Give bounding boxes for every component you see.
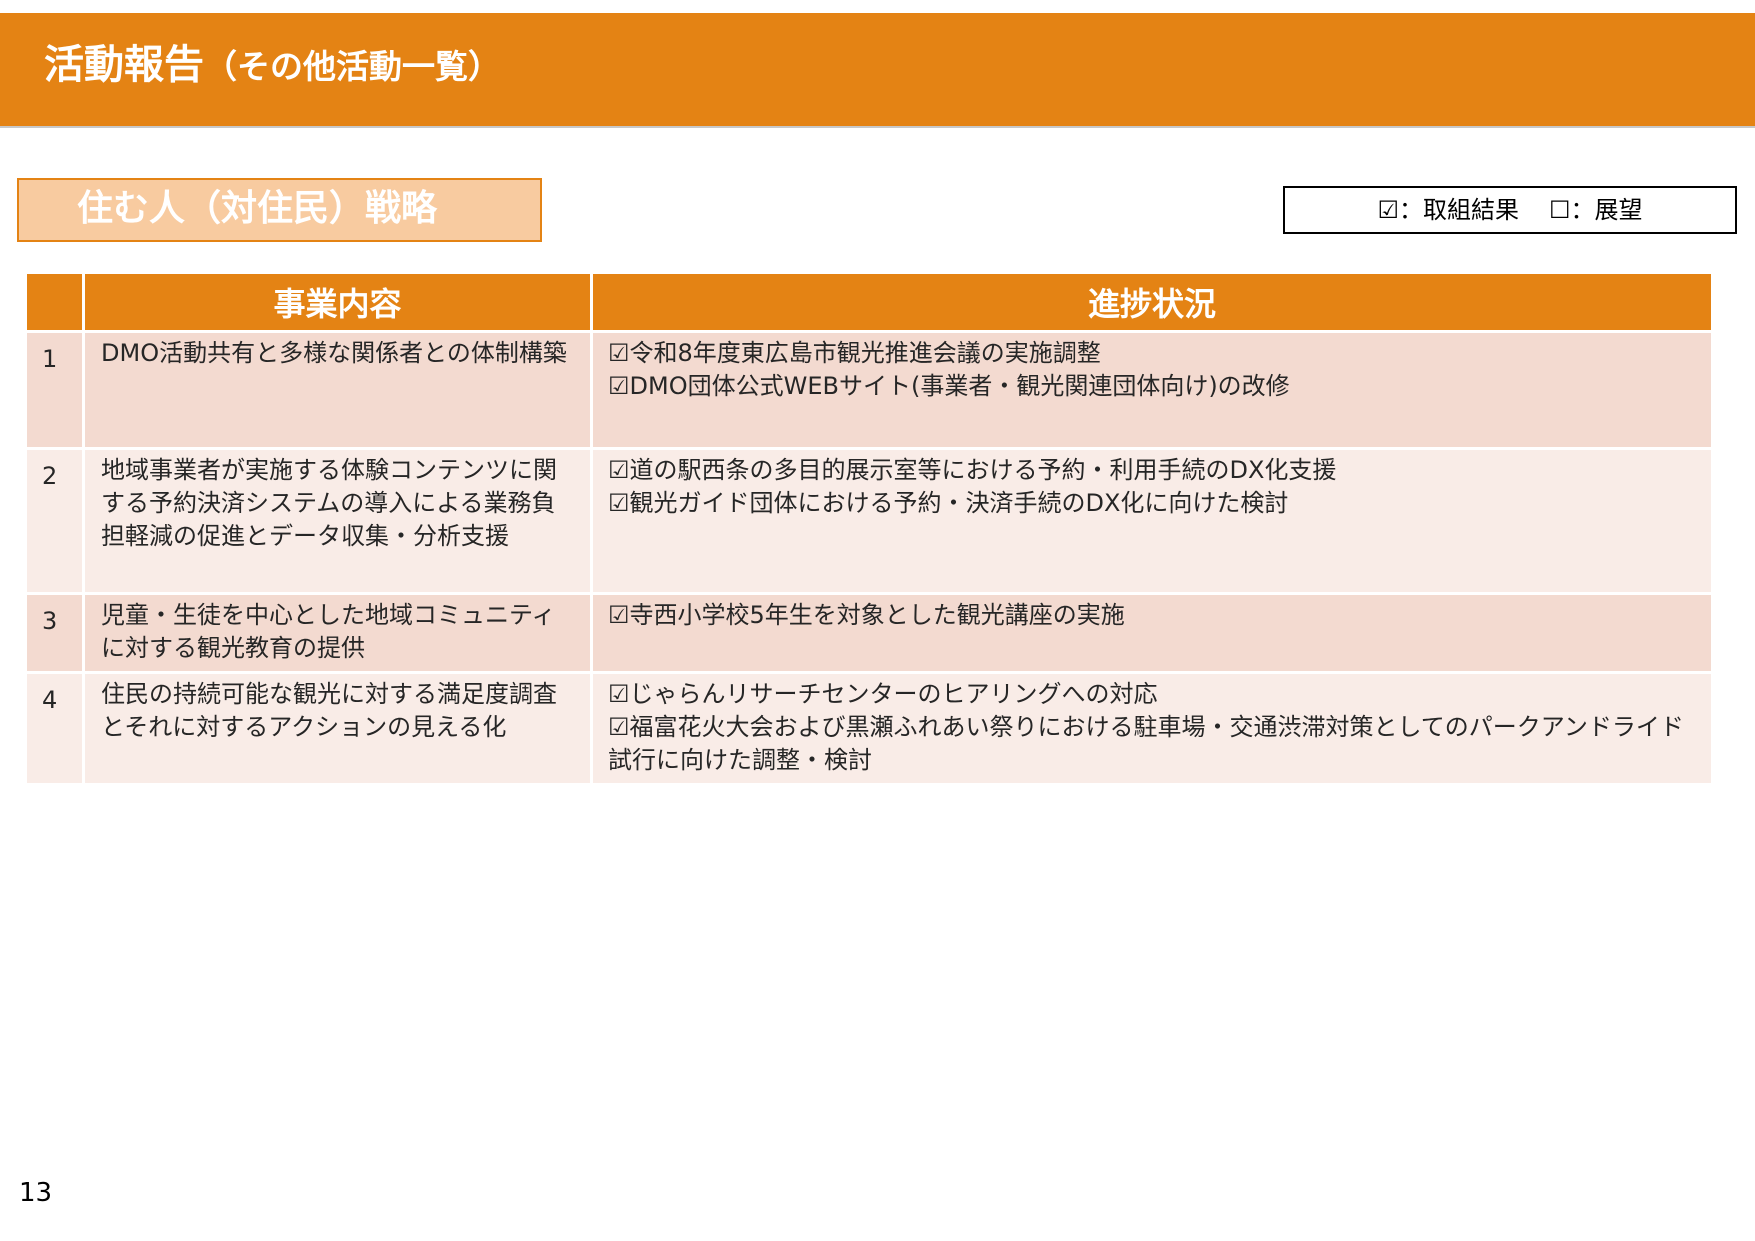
row-number: 1 bbox=[24, 330, 85, 450]
row-status: ☑寺西小学校5年生を対象とした観光講座の実施 bbox=[590, 592, 1714, 674]
column-header-status: 進捗状況 bbox=[590, 271, 1714, 333]
column-header-content: 事業内容 bbox=[82, 271, 593, 333]
page-title-main: 活動報告 bbox=[44, 42, 204, 88]
title-bar: 活動報告（その他活動一覧） bbox=[0, 13, 1755, 128]
status-item: ☑令和8年度東広島市観光推進会議の実施調整 bbox=[608, 339, 1101, 367]
status-item: ☑寺西小学校5年生を対象とした観光講座の実施 bbox=[608, 601, 1125, 629]
status-item: ☑DMO団体公式WEBサイト(事業者・観光関連団体向け)の改修 bbox=[608, 372, 1290, 400]
row-number: 2 bbox=[24, 447, 85, 595]
status-item: ☑福富花火大会および黒瀬ふれあい祭りにおける駐車場・交通渋滞対策としてのパークア… bbox=[608, 713, 1684, 774]
row-content: 住民の持続可能な観光に対する満足度調査とそれに対するアクションの見える化 bbox=[82, 671, 593, 786]
row-content: DMO活動共有と多様な関係者との体制構築 bbox=[82, 330, 593, 450]
column-header-number bbox=[24, 271, 85, 333]
page-title-sub: （その他活動一覧） bbox=[204, 47, 501, 86]
activity-table: 事業内容 進捗状況 1 DMO活動共有と多様な関係者との体制構築 ☑令和8年度東… bbox=[24, 271, 1714, 786]
section-label: 住む人（対住民）戦略 bbox=[17, 178, 542, 242]
row-status: ☑じゃらんリサーチセンターのヒアリングへの対応 ☑福富花火大会および黒瀬ふれあい… bbox=[590, 671, 1714, 786]
row-status: ☑道の駅西条の多目的展示室等における予約・利用手続のDX化支援 ☑観光ガイド団体… bbox=[590, 447, 1714, 595]
status-item: ☑道の駅西条の多目的展示室等における予約・利用手続のDX化支援 bbox=[608, 456, 1337, 484]
table-row: 4 住民の持続可能な観光に対する満足度調査とそれに対するアクションの見える化 ☑… bbox=[24, 671, 1714, 786]
legend-done: ☑：取組結果 bbox=[1377, 196, 1519, 224]
row-status: ☑令和8年度東広島市観光推進会議の実施調整 ☑DMO団体公式WEBサイト(事業者… bbox=[590, 330, 1714, 450]
table-row: 3 児童・生徒を中心とした地域コミュニティに対する観光教育の提供 ☑寺西小学校5… bbox=[24, 592, 1714, 674]
status-item: ☑観光ガイド団体における予約・決済手続のDX化に向けた検討 bbox=[608, 489, 1289, 517]
table-row: 2 地域事業者が実施する体験コンテンツに関する予約決済システムの導入による業務負… bbox=[24, 447, 1714, 595]
page-number: 13 bbox=[19, 1178, 53, 1208]
legend-box: ☑：取組結果 ☐：展望 bbox=[1283, 186, 1737, 234]
page-title: 活動報告（その他活動一覧） bbox=[44, 41, 501, 91]
table-header-row: 事業内容 進捗状況 bbox=[24, 271, 1714, 333]
status-item: ☑じゃらんリサーチセンターのヒアリングへの対応 bbox=[608, 680, 1158, 708]
row-number: 4 bbox=[24, 671, 85, 786]
table-row: 1 DMO活動共有と多様な関係者との体制構築 ☑令和8年度東広島市観光推進会議の… bbox=[24, 330, 1714, 450]
row-number: 3 bbox=[24, 592, 85, 674]
row-content: 児童・生徒を中心とした地域コミュニティに対する観光教育の提供 bbox=[82, 592, 593, 674]
row-content: 地域事業者が実施する体験コンテンツに関する予約決済システムの導入による業務負担軽… bbox=[82, 447, 593, 595]
legend-plan: ☐：展望 bbox=[1549, 196, 1643, 224]
